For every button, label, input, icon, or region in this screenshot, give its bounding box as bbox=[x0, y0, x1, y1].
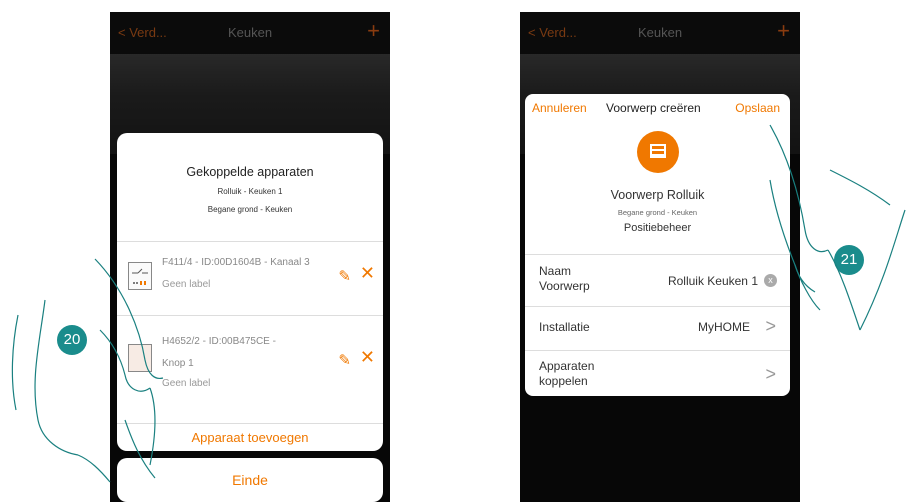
right-hand-icon bbox=[769, 124, 906, 331]
pointing-hand-illustrations bbox=[11, 124, 906, 483]
left-hand-icon bbox=[11, 258, 164, 483]
